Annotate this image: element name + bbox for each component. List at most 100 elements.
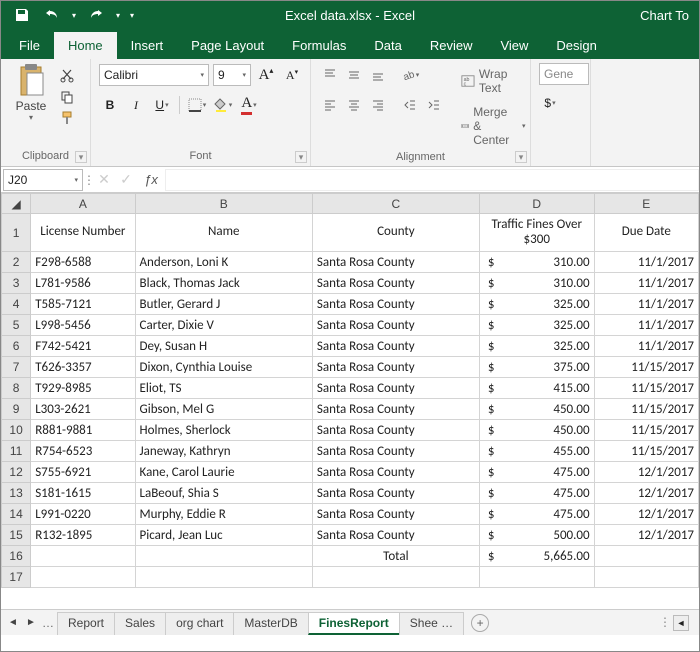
row-header[interactable]: 15	[2, 525, 31, 546]
formula-enter-button[interactable]: ✓	[115, 171, 137, 188]
cell[interactable]	[312, 567, 479, 588]
cell-fine[interactable]: $450.00	[479, 420, 594, 441]
font-color-button[interactable]: A▾	[238, 94, 260, 116]
tab-home[interactable]: Home	[54, 32, 117, 59]
cell-duedate[interactable]: 11/1/2017	[594, 294, 698, 315]
insert-function-button[interactable]: ƒx	[137, 172, 165, 187]
cell-fine[interactable]: $450.00	[479, 399, 594, 420]
clipboard-launcher[interactable]: ▾	[75, 151, 87, 163]
fill-color-button[interactable]: ▾	[212, 94, 234, 116]
cell-license[interactable]: T626-3357	[31, 357, 135, 378]
formula-cancel-button[interactable]: ✕	[93, 171, 115, 188]
paste-button[interactable]: Paste ▾	[9, 63, 53, 122]
cell-fine[interactable]: $325.00	[479, 336, 594, 357]
row-header[interactable]: 6	[2, 336, 31, 357]
cell[interactable]	[31, 546, 135, 567]
column-header-E[interactable]: E	[594, 194, 698, 214]
cell-fine[interactable]: $310.00	[479, 252, 594, 273]
cell[interactable]	[594, 567, 698, 588]
align-center-button[interactable]	[343, 94, 365, 116]
decrease-indent-button[interactable]	[399, 94, 421, 116]
underline-button[interactable]: U▾	[151, 94, 173, 116]
italic-button[interactable]: I	[125, 94, 147, 116]
cell-name[interactable]: Butler, Gerard J	[135, 294, 312, 315]
cell-name[interactable]: Dixon, Cynthia Louise	[135, 357, 312, 378]
cell-duedate[interactable]: 11/1/2017	[594, 315, 698, 336]
cell-county[interactable]: Santa Rosa County	[312, 336, 479, 357]
number-format-dropdown[interactable]: Gene	[539, 63, 589, 85]
row-header[interactable]: 16	[2, 546, 31, 567]
cell-name[interactable]: Murphy, Eddie R	[135, 504, 312, 525]
cell-license[interactable]: R881-9881	[31, 420, 135, 441]
redo-dropdown[interactable]: ▾	[113, 11, 123, 20]
tab-review[interactable]: Review	[416, 32, 487, 59]
increase-indent-button[interactable]	[423, 94, 445, 116]
cell-duedate[interactable]: 12/1/2017	[594, 525, 698, 546]
cell-name[interactable]: Carter, Dixie V	[135, 315, 312, 336]
cell-total-label[interactable]: Total	[312, 546, 479, 567]
cell-county[interactable]: Santa Rosa County	[312, 441, 479, 462]
cell-name[interactable]: Black, Thomas Jack	[135, 273, 312, 294]
sheet-nav-next[interactable]: ►	[23, 617, 39, 628]
cell-county[interactable]: Santa Rosa County	[312, 315, 479, 336]
cell-duedate[interactable]: 11/15/2017	[594, 420, 698, 441]
row-header[interactable]: 12	[2, 462, 31, 483]
merge-center-button[interactable]: Merge & Center ▾	[455, 103, 532, 149]
alignment-launcher[interactable]: ▾	[515, 151, 527, 163]
cell-license[interactable]: R132-1895	[31, 525, 135, 546]
bold-button[interactable]: B	[99, 94, 121, 116]
redo-button[interactable]	[83, 3, 109, 27]
sheet-nav-prev[interactable]: ◄	[5, 617, 21, 628]
row-header[interactable]: 13	[2, 483, 31, 504]
undo-button[interactable]	[39, 3, 65, 27]
cell-license[interactable]: S181-1615	[31, 483, 135, 504]
align-top-button[interactable]	[319, 64, 341, 86]
cell-duedate[interactable]: 11/15/2017	[594, 399, 698, 420]
cell-duedate[interactable]: 12/1/2017	[594, 483, 698, 504]
cell-county[interactable]: Santa Rosa County	[312, 378, 479, 399]
row-header[interactable]: 17	[2, 567, 31, 588]
cell-duedate[interactable]: 11/15/2017	[594, 378, 698, 399]
align-middle-button[interactable]	[343, 64, 365, 86]
cell-license[interactable]: F742-5421	[31, 336, 135, 357]
header-cell[interactable]: Name	[135, 214, 312, 252]
cell-fine[interactable]: $325.00	[479, 294, 594, 315]
cell-county[interactable]: Santa Rosa County	[312, 525, 479, 546]
header-cell[interactable]: Due Date	[594, 214, 698, 252]
cell-duedate[interactable]: 11/15/2017	[594, 357, 698, 378]
cell-name[interactable]: Dey, Susan H	[135, 336, 312, 357]
formula-bar-input[interactable]	[165, 169, 699, 191]
cell-fine[interactable]: $325.00	[479, 315, 594, 336]
cut-button[interactable]	[57, 67, 77, 85]
row-header[interactable]: 8	[2, 378, 31, 399]
borders-button[interactable]: ▾	[186, 94, 208, 116]
cell-name[interactable]: Holmes, Sherlock	[135, 420, 312, 441]
cell-duedate[interactable]: 12/1/2017	[594, 504, 698, 525]
cell-duedate[interactable]: 11/1/2017	[594, 336, 698, 357]
tab-insert[interactable]: Insert	[117, 32, 178, 59]
cell[interactable]	[594, 546, 698, 567]
cell-county[interactable]: Santa Rosa County	[312, 462, 479, 483]
cell-license[interactable]: R754-6523	[31, 441, 135, 462]
hscroll-left-button[interactable]: ◄	[673, 615, 689, 631]
cell-name[interactable]: Kane, Carol Laurie	[135, 462, 312, 483]
cell-duedate[interactable]: 12/1/2017	[594, 462, 698, 483]
cell[interactable]	[135, 567, 312, 588]
row-header[interactable]: 9	[2, 399, 31, 420]
column-header-D[interactable]: D	[479, 194, 594, 214]
cell[interactable]	[135, 546, 312, 567]
sheet-tab[interactable]: Shee …	[399, 612, 464, 635]
column-header-A[interactable]: A	[31, 194, 135, 214]
tab-data[interactable]: Data	[360, 32, 415, 59]
cell-duedate[interactable]: 11/15/2017	[594, 441, 698, 462]
cell-duedate[interactable]: 11/1/2017	[594, 273, 698, 294]
cell[interactable]	[31, 567, 135, 588]
cell-fine[interactable]: $475.00	[479, 504, 594, 525]
new-sheet-button[interactable]: +	[471, 614, 489, 632]
row-header[interactable]: 7	[2, 357, 31, 378]
cell-total-value[interactable]: $5,665.00	[479, 546, 594, 567]
sheet-tab[interactable]: Report	[57, 612, 115, 635]
cell-county[interactable]: Santa Rosa County	[312, 273, 479, 294]
tab-view[interactable]: View	[486, 32, 542, 59]
cell-name[interactable]: Picard, Jean Luc	[135, 525, 312, 546]
